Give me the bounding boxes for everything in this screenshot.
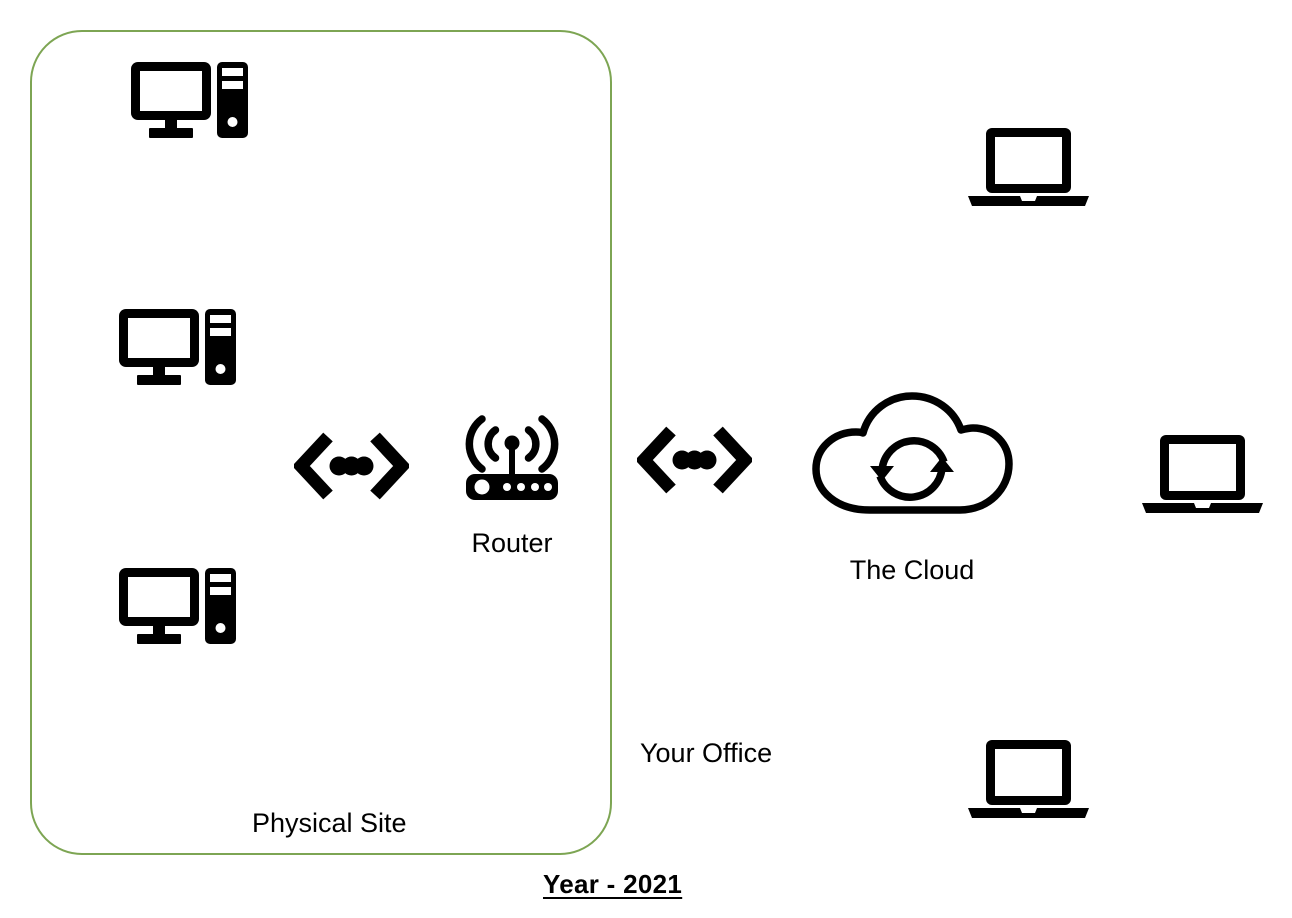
desktop-computer-icon-2[interactable] (118, 307, 238, 387)
network-link-icon-left (294, 430, 409, 502)
network-link-icon-right (637, 424, 752, 496)
network-diagram-canvas: Router The Cloud Your Office Physical Si… (0, 0, 1292, 918)
laptop-icon-2[interactable] (1140, 432, 1265, 517)
router-label: Router (471, 528, 553, 558)
desktop-computer-icon-3[interactable] (118, 566, 238, 646)
cloud-sync-icon[interactable] (808, 388, 1016, 515)
wifi-router-icon[interactable] (463, 396, 561, 502)
your-office-label: Your Office (640, 738, 773, 768)
cloud-label: The Cloud (849, 555, 975, 585)
year-title-label: Year - 2021 (543, 869, 683, 899)
desktop-computer-icon-1[interactable] (130, 60, 250, 140)
laptop-icon-1[interactable] (966, 125, 1091, 210)
physical-site-label: Physical Site (252, 808, 407, 838)
laptop-icon-3[interactable] (966, 737, 1091, 822)
